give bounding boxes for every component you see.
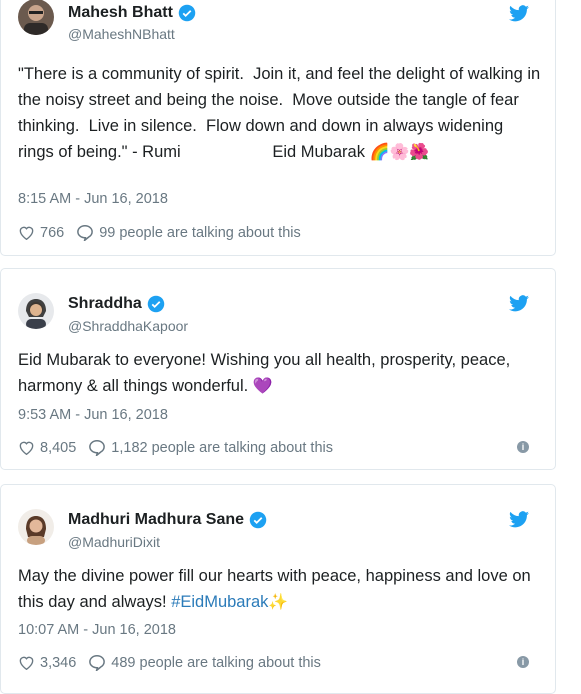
verified-badge-icon xyxy=(249,511,267,529)
heart-icon[interactable] xyxy=(18,655,35,670)
reply-bubble-icon[interactable] xyxy=(88,654,106,671)
like-count[interactable]: 3,346 xyxy=(40,655,76,671)
author-name[interactable]: Mahesh Bhatt xyxy=(68,4,173,22)
reply-bubble-icon[interactable] xyxy=(76,224,94,241)
tweet-text: May the divine power fill our hearts wit… xyxy=(18,567,536,611)
twitter-bird-icon[interactable] xyxy=(509,5,529,22)
tweet-emojis: 💜 xyxy=(252,378,273,395)
twitter-bird-icon[interactable] xyxy=(509,295,529,312)
author-handle[interactable]: @ShraddhaKapoor xyxy=(68,318,188,334)
talking-count[interactable]: 1,182 people are talking about this xyxy=(111,440,333,456)
avatar[interactable] xyxy=(18,0,54,35)
talking-count[interactable]: 489 people are talking about this xyxy=(111,655,321,671)
heart-icon[interactable] xyxy=(18,225,35,240)
tweet-timestamp[interactable]: 8:15 AM - Jun 16, 2018 xyxy=(18,191,168,207)
tweet-emojis: 🌈🌸🌺 xyxy=(369,144,430,161)
reply-bubble-icon[interactable] xyxy=(88,439,106,456)
tweet-card-shraddha[interactable]: Shraddha @ShraddhaKapoor Eid Mubarak to … xyxy=(0,268,556,470)
tweet-timestamp[interactable]: 10:07 AM - Jun 16, 2018 xyxy=(18,622,176,638)
hashtag-link[interactable]: #EidMubarak xyxy=(171,593,268,611)
tweet-text: "There is a community of spirit. Join it… xyxy=(18,65,545,161)
talking-count[interactable]: 99 people are talking about this xyxy=(99,225,301,241)
tweet-card-madhuri[interactable]: Madhuri Madhura Sane @MadhuriDixit May t… xyxy=(0,484,556,694)
avatar[interactable] xyxy=(18,509,54,545)
info-icon[interactable]: i xyxy=(517,441,529,453)
twitter-bird-icon[interactable] xyxy=(509,511,529,528)
author-name[interactable]: Madhuri Madhura Sane xyxy=(68,511,244,529)
author-name[interactable]: Shraddha xyxy=(68,295,142,313)
author-handle[interactable]: @MaheshNBhatt xyxy=(68,26,175,42)
tweet-text: Eid Mubarak to everyone! Wishing you all… xyxy=(18,351,515,395)
verified-badge-icon xyxy=(147,295,165,313)
heart-icon[interactable] xyxy=(18,440,35,455)
author-handle[interactable]: @MadhuriDixit xyxy=(68,534,160,550)
tweet-emojis: ✨ xyxy=(268,594,289,611)
like-count[interactable]: 766 xyxy=(40,225,64,241)
like-count[interactable]: 8,405 xyxy=(40,440,76,456)
tweet-timestamp[interactable]: 9:53 AM - Jun 16, 2018 xyxy=(18,407,168,423)
verified-badge-icon xyxy=(178,4,196,22)
info-icon[interactable]: i xyxy=(517,656,529,668)
tweet-card-mahesh[interactable]: Mahesh Bhatt @MaheshNBhatt "There is a c… xyxy=(0,0,556,256)
avatar[interactable] xyxy=(18,293,54,329)
